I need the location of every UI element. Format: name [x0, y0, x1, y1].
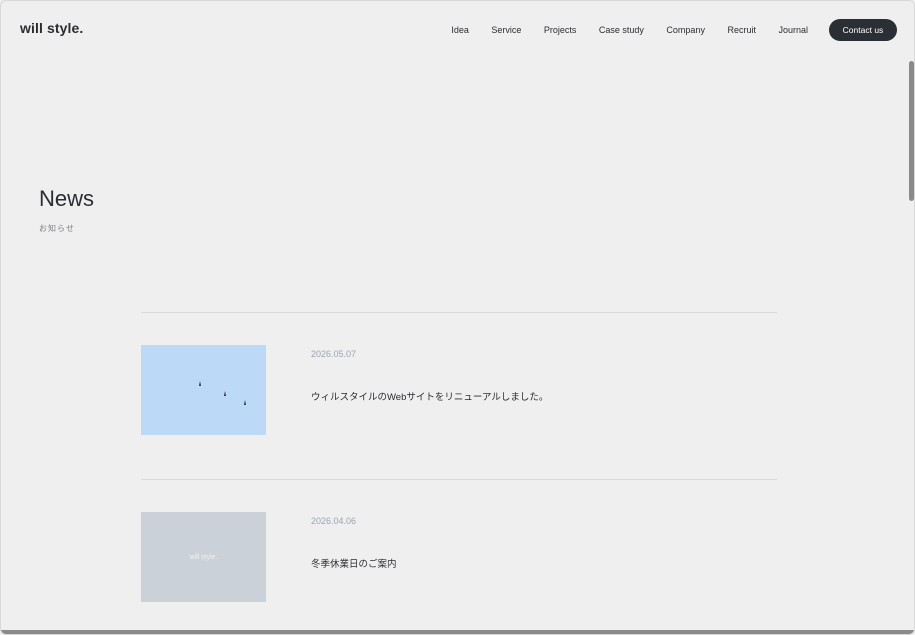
vertical-scrollbar[interactable]	[909, 61, 914, 201]
browser-frame: will style. Idea Service Projects Case s…	[0, 0, 915, 635]
news-title[interactable]: 冬季休業日のご案内	[311, 556, 397, 570]
news-date: 2026.04.06	[311, 516, 357, 526]
page-subtitle: お知らせ	[39, 224, 75, 233]
bird-icon	[244, 400, 246, 405]
main-nav: Idea Service Projects Case study Company…	[429, 25, 808, 36]
contact-button[interactable]: Contact us	[829, 19, 897, 41]
nav-item-projects[interactable]: Projects	[544, 25, 577, 36]
bird-icon	[199, 381, 201, 386]
site-logo[interactable]: will style.	[20, 20, 83, 36]
horizontal-scrollbar[interactable]	[1, 630, 914, 634]
nav-item-service[interactable]: Service	[491, 25, 521, 36]
nav-item-journal[interactable]: Journal	[778, 25, 808, 36]
news-item[interactable]: 2026.05.07 ウィルスタイルのWebサイトをリニューアルしました。	[141, 313, 777, 479]
news-item[interactable]: will style. 2026.04.06 冬季休業日のご案内	[141, 480, 777, 634]
nav-item-case-study[interactable]: Case study	[599, 25, 644, 36]
page-title: News	[39, 186, 95, 211]
thumbnail-logo: will style.	[189, 553, 218, 561]
news-title[interactable]: ウィルスタイルのWebサイトをリニューアルしました。	[311, 389, 548, 403]
nav-item-idea[interactable]: Idea	[451, 25, 469, 36]
news-list: 2026.05.07 ウィルスタイルのWebサイトをリニューアルしました。 wi…	[141, 312, 777, 634]
nav-item-recruit[interactable]: Recruit	[727, 25, 756, 36]
news-date: 2026.05.07	[311, 349, 357, 359]
nav-item-company[interactable]: Company	[666, 25, 705, 36]
news-thumbnail[interactable]	[141, 345, 266, 435]
news-thumbnail[interactable]: will style.	[141, 512, 266, 602]
bird-icon	[224, 391, 226, 396]
